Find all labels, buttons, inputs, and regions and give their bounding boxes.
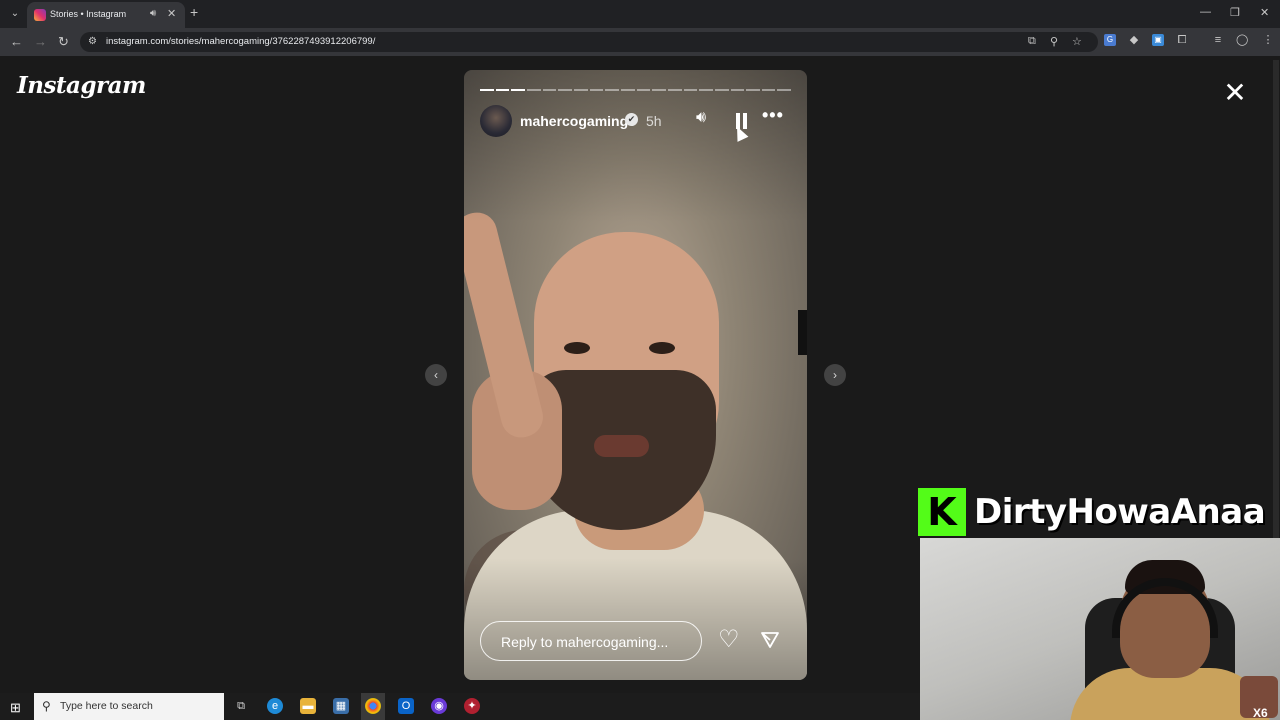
avatar[interactable] <box>480 105 512 137</box>
app-red-icon[interactable]: ✦ <box>464 698 480 714</box>
restore-icon[interactable]: ❐ <box>1230 6 1240 19</box>
verified-badge-icon: ✔ <box>625 113 638 126</box>
task-view-icon[interactable]: ⧉ <box>233 698 249 714</box>
close-story-icon[interactable]: ✕ <box>1222 79 1248 107</box>
site-info-icon[interactable]: ⚙ <box>88 36 97 47</box>
story-progress-segment <box>542 89 557 91</box>
story-progress-segment <box>761 89 776 91</box>
forward-icon[interactable]: → <box>34 34 47 49</box>
extension-image-icon[interactable]: ▣ <box>1152 34 1164 46</box>
taskbar-search[interactable]: ⚲ Type here to search <box>34 693 224 720</box>
story-username[interactable]: mahercogaming <box>520 113 628 129</box>
story-header: mahercogaming ✔ 5h 🔊︎ ••• <box>480 105 795 137</box>
stream-webcam-overlay: K DirtyHowaAnaa X6 <box>918 488 1280 720</box>
browser-tab-bar: ⌄ Stories • Instagram 🔊︎ ✕ + — ❐ ✕ <box>0 0 1280 28</box>
extension-diamond-icon[interactable]: ◆ <box>1128 34 1140 46</box>
story-progress-segment <box>777 89 792 91</box>
story-progress-bar <box>480 89 792 91</box>
app-icon[interactable]: ◉ <box>431 698 447 714</box>
outlook-icon[interactable]: O <box>398 698 414 714</box>
chevron-left-icon[interactable]: ‹ <box>425 364 447 386</box>
more-icon[interactable]: ••• <box>762 105 784 126</box>
story-progress-segment <box>730 89 745 91</box>
instagram-logo[interactable]: Instagram <box>17 72 146 99</box>
story-progress-segment <box>573 89 588 91</box>
story-progress-segment <box>636 89 651 91</box>
reply-input[interactable]: Reply to mahercogaming... <box>480 621 702 661</box>
stream-brand-banner: K DirtyHowaAnaa <box>918 488 1280 536</box>
tab-audio-icon[interactable]: 🔊︎ <box>150 8 156 19</box>
bookmark-star-icon[interactable]: ☆ <box>1072 35 1082 48</box>
install-app-icon[interactable]: ⧉ <box>1028 35 1036 48</box>
file-explorer-icon[interactable]: ▬ <box>300 698 316 714</box>
story-progress-segment <box>699 89 713 91</box>
story-progress-segment <box>495 89 510 91</box>
story-progress-segment <box>511 89 525 91</box>
windows-start-icon[interactable]: ⊞ <box>10 700 21 716</box>
story-progress-segment <box>605 89 619 91</box>
tab-search-dropdown-icon[interactable]: ⌄ <box>6 6 24 22</box>
edge-icon[interactable]: e <box>267 698 283 714</box>
story-progress-segment <box>620 89 635 91</box>
story-progress-segment <box>558 89 572 91</box>
share-icon[interactable] <box>760 630 780 650</box>
minimize-icon[interactable]: — <box>1200 6 1211 18</box>
window-close-icon[interactable]: ✕ <box>1260 6 1269 19</box>
address-bar[interactable]: ⚙ instagram.com/stories/mahercogaming/37… <box>80 32 1098 52</box>
chrome-icon[interactable] <box>365 698 381 714</box>
taskbar-search-placeholder: Type here to search <box>60 700 153 712</box>
profile-icon[interactable]: ◯ <box>1236 34 1248 46</box>
url-text[interactable]: instagram.com/stories/mahercogaming/3762… <box>106 36 375 47</box>
speaker-icon[interactable]: 🔊︎ <box>696 109 706 127</box>
story-viewer[interactable]: mahercogaming ✔ 5h 🔊︎ ••• Reply to maher… <box>464 70 807 680</box>
reply-placeholder: Reply to mahercogaming... <box>501 634 669 650</box>
story-video-shade <box>464 70 807 680</box>
tab-close-icon[interactable]: ✕ <box>167 7 176 20</box>
story-progress-segment <box>714 89 729 91</box>
store-icon[interactable]: ▦ <box>333 698 349 714</box>
extensions-puzzle-icon[interactable]: ⧠ <box>1176 34 1188 46</box>
new-tab-button[interactable]: + <box>190 4 198 20</box>
streamer-name: DirtyHowaAnaa <box>974 492 1266 532</box>
tab-title: Stories • Instagram <box>50 9 127 19</box>
heart-icon[interactable]: ♡ <box>718 628 740 652</box>
instagram-favicon-icon <box>34 9 46 21</box>
browser-menu-icon[interactable]: ⋮ <box>1262 34 1274 46</box>
story-progress-segment <box>652 89 666 91</box>
zoom-icon[interactable]: ⚲ <box>1050 35 1058 48</box>
story-progress-segment <box>589 89 604 91</box>
story-timestamp: 5h <box>646 113 662 129</box>
browser-tab-active[interactable]: Stories • Instagram 🔊︎ ✕ <box>27 2 185 28</box>
webcam-feed: X6 <box>920 538 1280 720</box>
back-icon[interactable]: ← <box>10 34 23 49</box>
story-progress-segment <box>526 89 541 91</box>
story-progress-segment <box>683 89 698 91</box>
webcam-badge-text: X6 <box>1253 706 1268 720</box>
search-icon: ⚲ <box>42 699 51 713</box>
story-progress-segment <box>667 89 682 91</box>
chevron-right-icon[interactable]: › <box>824 364 846 386</box>
story-progress-segment <box>480 89 494 91</box>
story-progress-segment <box>746 89 760 91</box>
translate-extension-icon[interactable]: G <box>1104 34 1116 46</box>
windows-taskbar: ⊞ ⚲ Type here to search ⧉ e ▬ ▦ <box>0 693 920 720</box>
reload-icon[interactable]: ↻ <box>58 34 69 50</box>
kick-logo: K <box>918 488 966 536</box>
reading-list-icon[interactable]: ≡ <box>1212 34 1224 46</box>
